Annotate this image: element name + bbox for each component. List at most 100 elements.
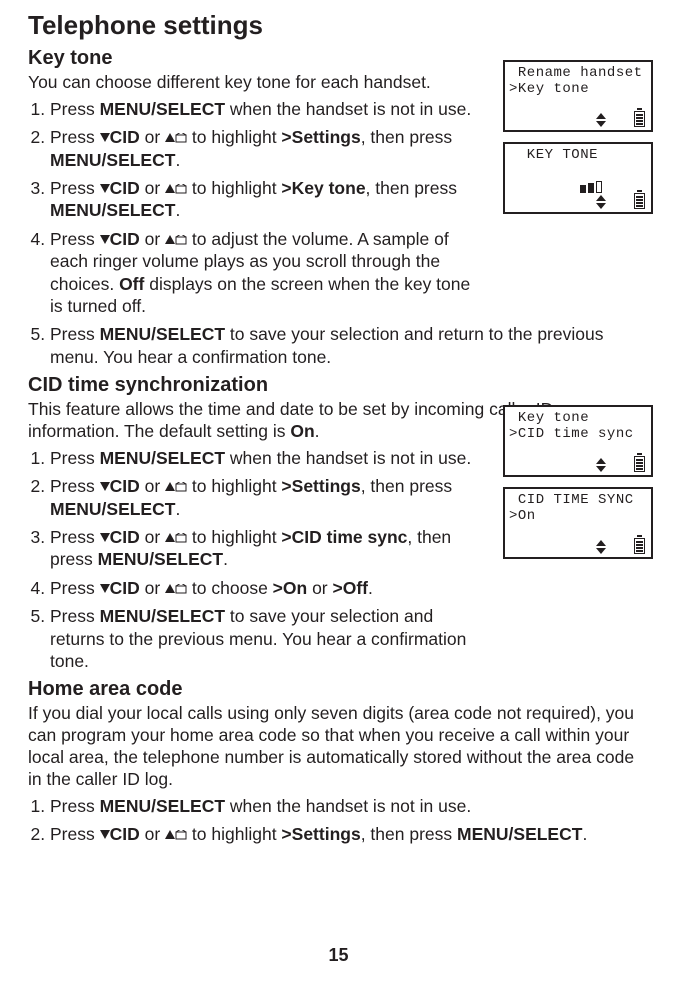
text: MENU xyxy=(100,606,152,626)
text: or xyxy=(140,178,165,198)
section-heading-cid-sync: CID time synchronization xyxy=(28,374,649,397)
text: CID xyxy=(110,229,140,249)
text: /SELECT xyxy=(102,150,176,170)
down-arrow-icon xyxy=(100,482,110,493)
text: when the handset is not in use. xyxy=(225,448,471,468)
text: to highlight xyxy=(187,824,281,844)
up-arrow-icon xyxy=(165,482,187,493)
section-heading-home-area-code: Home area code xyxy=(28,678,649,701)
battery-icon xyxy=(634,193,645,209)
text: MENU xyxy=(98,549,150,569)
text: CID xyxy=(110,578,140,598)
battery-icon xyxy=(634,111,645,127)
text: SELECT xyxy=(156,448,225,468)
up-arrow-icon xyxy=(165,830,187,841)
text: or xyxy=(307,578,332,598)
lcd-line: Rename handset xyxy=(509,65,647,81)
list-item: Press MENU/SELECT when the handset is no… xyxy=(50,795,649,817)
text: or xyxy=(140,127,165,147)
text: , then press xyxy=(361,824,457,844)
text: Press xyxy=(50,324,100,344)
text: . xyxy=(175,150,180,170)
text: when the handset is not in use. xyxy=(225,796,471,816)
list-item: Press CID or to choose >On or >Off. xyxy=(50,577,649,599)
text: /SELECT xyxy=(102,200,176,220)
text: /SELECT xyxy=(102,499,176,519)
text: SELECT xyxy=(156,796,225,816)
battery-icon xyxy=(634,538,645,554)
lcd-screen-cid-on: CID TIME SYNC >On xyxy=(503,487,653,559)
screen-group-cid-sync: Key tone >CID time sync CID TIME SYNC >O… xyxy=(503,405,653,569)
text: Press xyxy=(50,578,100,598)
lcd-icons xyxy=(596,193,645,209)
down-arrow-icon xyxy=(100,235,110,246)
text: MENU xyxy=(50,200,102,220)
text: /SELECT xyxy=(151,606,225,626)
text: >On xyxy=(273,578,308,598)
up-arrow-icon xyxy=(165,533,187,544)
text: MENU xyxy=(457,824,509,844)
down-arrow-icon xyxy=(100,830,110,841)
text: , then press xyxy=(366,178,457,198)
battery-icon xyxy=(634,456,645,472)
page-title: Telephone settings xyxy=(28,10,649,41)
text: CID xyxy=(110,127,140,147)
text: MENU xyxy=(100,324,152,344)
text: >Settings xyxy=(281,824,360,844)
text: or xyxy=(140,824,165,844)
updown-icon xyxy=(596,113,606,127)
text: Press xyxy=(50,99,100,119)
text: Press xyxy=(50,824,100,844)
lcd-line: KEY TONE xyxy=(509,147,647,163)
text: >Off xyxy=(333,578,369,598)
text: CID xyxy=(110,527,140,547)
text: when the handset is not in use. xyxy=(225,99,471,119)
text: . xyxy=(175,499,180,519)
text: , then press xyxy=(361,127,452,147)
text: to highlight xyxy=(187,527,281,547)
text: , then press xyxy=(361,476,452,496)
updown-icon xyxy=(596,195,606,209)
text: /SELECT xyxy=(509,824,583,844)
text: CID xyxy=(110,178,140,198)
home-area-steps: Press MENU/SELECT when the handset is no… xyxy=(28,795,649,846)
up-arrow-icon xyxy=(165,235,187,246)
text: MENU/ xyxy=(100,796,156,816)
text: /SELECT xyxy=(151,324,225,344)
manual-page: Telephone settings Key tone You can choo… xyxy=(0,0,677,986)
lcd-line: >On xyxy=(509,508,647,524)
text: >Key tone xyxy=(281,178,365,198)
list-item: Press CID or to highlight >Settings, the… xyxy=(50,823,649,845)
home-area-lead: If you dial your local calls using only … xyxy=(28,703,649,791)
updown-icon xyxy=(596,458,606,472)
text: . xyxy=(223,549,228,569)
text: CID xyxy=(110,824,140,844)
text: Press xyxy=(50,448,100,468)
text: /SELECT xyxy=(149,549,223,569)
text: >Settings xyxy=(281,127,360,147)
text: CID xyxy=(110,476,140,496)
text: . xyxy=(175,200,180,220)
text: Press xyxy=(50,476,100,496)
down-arrow-icon xyxy=(100,133,110,144)
text: Press xyxy=(50,606,100,626)
text: On xyxy=(290,421,314,441)
text: . xyxy=(315,421,320,441)
lcd-screen-key-tone: KEY TONE xyxy=(503,142,653,214)
lcd-icons xyxy=(596,111,645,127)
text: or xyxy=(140,229,165,249)
lcd-screen-cid-menu: Key tone >CID time sync xyxy=(503,405,653,477)
up-arrow-icon xyxy=(165,184,187,195)
text: >Settings xyxy=(281,476,360,496)
lcd-icons xyxy=(596,456,645,472)
lcd-line: >Key tone xyxy=(509,81,647,97)
page-number: 15 xyxy=(0,945,677,966)
up-arrow-icon xyxy=(165,584,187,595)
updown-icon xyxy=(596,540,606,554)
screen-group-key-tone: Rename handset >Key tone KEY TONE xyxy=(503,60,653,224)
lcd-icons xyxy=(596,538,645,554)
text: or xyxy=(140,476,165,496)
text: or xyxy=(140,527,165,547)
text: MENU xyxy=(50,150,102,170)
list-item: Press MENU/SELECT to save your selection… xyxy=(50,323,649,368)
